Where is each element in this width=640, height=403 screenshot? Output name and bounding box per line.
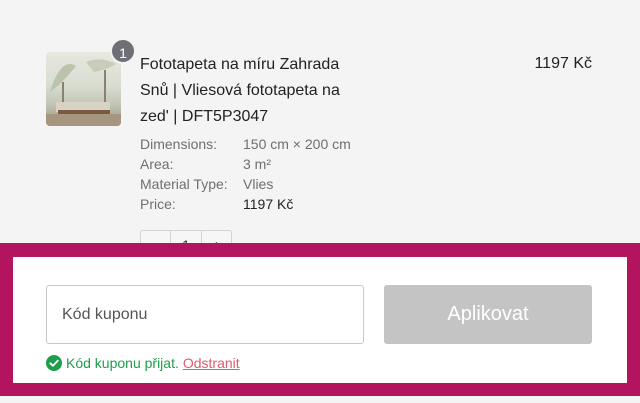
coupon-input[interactable]: [46, 285, 364, 344]
spec-label: Dimensions:: [140, 136, 218, 152]
product-thumbnail[interactable]: [46, 52, 121, 126]
spec-row-dimensions: Dimensions: 150 cm × 200 cm: [140, 134, 351, 154]
spec-row-area: Area: 3 m²: [140, 154, 351, 174]
product-specs: Dimensions: 150 cm × 200 cm Area: 3 m² M…: [140, 134, 351, 214]
spec-row-material: Material Type: Vlies: [140, 174, 351, 194]
spec-value: 150 cm × 200 cm: [243, 136, 351, 152]
spec-label: Area:: [140, 156, 174, 172]
coupon-section: Aplikovat Kód kuponu přijat. Odstranit: [13, 257, 627, 383]
spec-row-price: Price: 1197 Kč: [140, 194, 351, 214]
apply-coupon-button[interactable]: Aplikovat: [384, 285, 592, 344]
cart-item: 1 Fototapeta na míru Zahrada Snů | Vlies…: [0, 0, 640, 260]
quantity-badge: 1: [110, 38, 136, 64]
spec-value: 1197 Kč: [243, 196, 294, 212]
spec-value: Vlies: [243, 176, 274, 192]
spec-label: Price:: [140, 196, 176, 212]
product-title[interactable]: Fototapeta na míru Zahrada Snů | Vliesov…: [140, 52, 370, 130]
line-item-price: 1197 Kč: [534, 55, 592, 72]
spec-value: 3 m²: [243, 156, 271, 172]
product-thumbnail-wrap: 1: [46, 38, 136, 126]
check-circle-icon: [46, 355, 62, 371]
coupon-status: Kód kuponu přijat. Odstranit: [46, 354, 240, 372]
coupon-highlight-frame: Aplikovat Kód kuponu přijat. Odstranit: [0, 243, 640, 396]
spec-label: Material Type:: [140, 176, 228, 192]
coupon-status-text: Kód kuponu přijat.: [66, 355, 179, 371]
remove-coupon-link[interactable]: Odstranit: [183, 354, 240, 372]
